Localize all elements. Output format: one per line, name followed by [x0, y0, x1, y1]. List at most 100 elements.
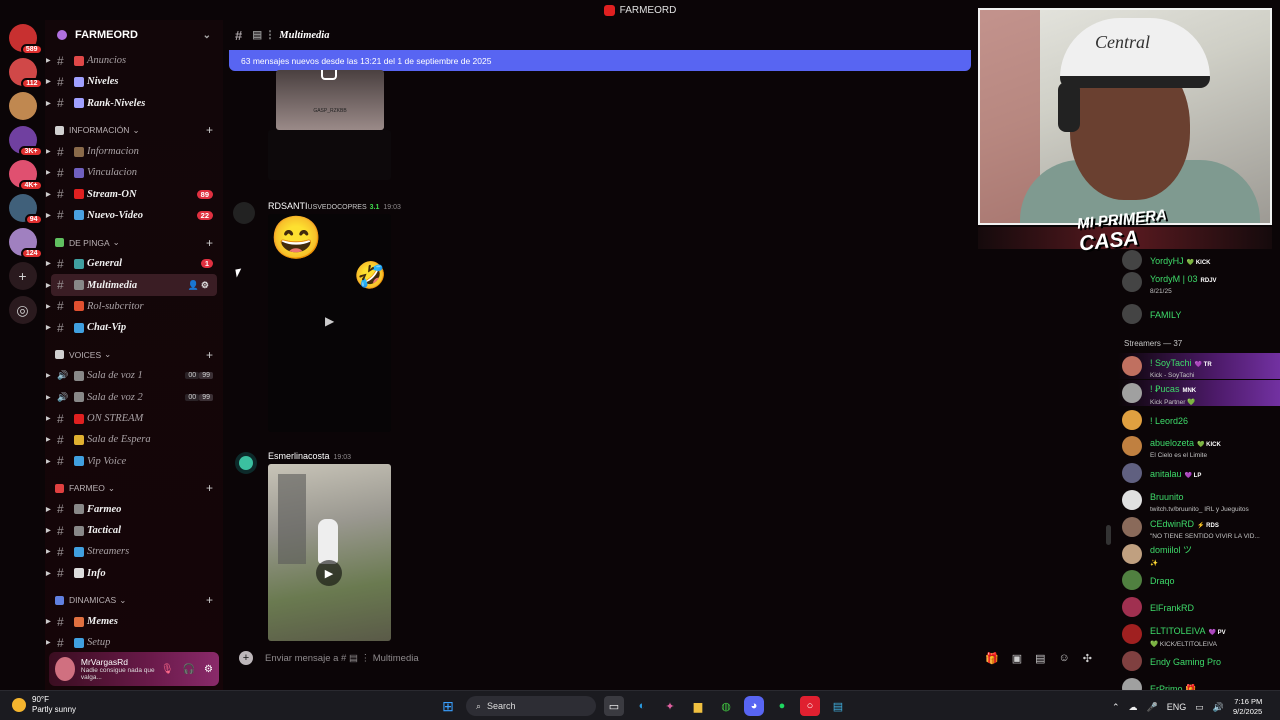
channel-item[interactable]: ▶ # Vinculacion — [45, 162, 223, 183]
expand-caret-icon[interactable]: ▶ — [46, 260, 51, 267]
notepad-icon[interactable]: ▤ — [828, 696, 848, 716]
avatar[interactable] — [1122, 382, 1142, 403]
channel-item[interactable]: ▶ 🔊 Sala de voz 2 00 99 — [45, 387, 223, 408]
member-item[interactable]: domiilol ツ ✨ — [1118, 541, 1280, 567]
add-channel-button[interactable]: + — [206, 236, 213, 250]
member-item[interactable]: ElFrankRD — [1118, 594, 1280, 620]
expand-caret-icon[interactable]: ▶ — [46, 436, 51, 443]
channel-item[interactable]: ▶ # Setup — [45, 632, 223, 653]
avatar[interactable] — [1122, 304, 1142, 324]
mic-muted-icon[interactable]: 🎙 — [161, 664, 174, 675]
channel-item[interactable]: ▶ # Nuevo-Video 22 — [45, 205, 223, 226]
channel-item[interactable]: ▶ 🔊 Sala de voz 1 00 99 — [45, 365, 223, 386]
channel-item[interactable]: ▶ # Multimedia 👤 ⚙ — [46, 274, 217, 296]
add-channel-button[interactable]: + — [206, 593, 213, 607]
avatar[interactable] — [1122, 436, 1142, 457]
task-view-icon[interactable]: ▭ — [604, 696, 624, 716]
guild-header[interactable]: FARMEORD ⌄ — [45, 20, 223, 50]
avatar[interactable] — [1122, 597, 1142, 618]
spotify-icon[interactable]: ● — [772, 696, 792, 716]
cloud-icon[interactable]: ☁ — [1129, 702, 1138, 713]
expand-caret-icon[interactable]: ▶ — [46, 639, 51, 646]
member-item[interactable]: CEdwinRD ⚡ RDS "NO TIENE SENTIDO VIVIR LA … — [1118, 514, 1280, 540]
expand-caret-icon[interactable]: ▶ — [46, 78, 51, 85]
category-header[interactable]: DE PINGA ⌄ + — [45, 232, 223, 253]
channel-item[interactable]: ▶ # Vip Voice — [45, 450, 223, 471]
discord-icon[interactable]: ◕ — [744, 696, 764, 716]
add-attachment-button[interactable]: + — [239, 651, 253, 665]
search-box[interactable]: ⌕ Search — [466, 696, 596, 716]
chevron-down-icon[interactable]: ⌄ — [203, 30, 211, 41]
add-server-button[interactable]: + — [8, 262, 37, 290]
avatar[interactable] — [1122, 624, 1142, 644]
channel-item[interactable]: ▶ # General 1 — [45, 253, 223, 274]
gift-icon[interactable]: 🎁 — [985, 652, 999, 665]
server-icon[interactable]: 3K+ — [8, 126, 43, 157]
expand-caret-icon[interactable]: ▶ — [46, 169, 51, 176]
channel-item[interactable]: ▶ # Chat-Vip — [45, 317, 223, 338]
expand-caret-icon[interactable]: ▶ — [46, 548, 51, 555]
server-icon[interactable]: 112 — [8, 58, 43, 89]
language-indicator[interactable]: ENG — [1167, 702, 1187, 712]
message-input[interactable]: Enviar mensaje a # ▤ ⋮ Multimedia — [265, 653, 419, 664]
gear-icon[interactable]: ⚙ — [204, 664, 213, 675]
channel-item[interactable]: ▶ # Rol-subcritor — [45, 296, 223, 317]
expand-caret-icon[interactable]: ▶ — [46, 458, 51, 465]
headphones-muted-icon[interactable]: 🎧 — [183, 664, 195, 675]
member-item[interactable]: abuelozeta 💚 KICK El Cielo es el Limite — [1118, 433, 1280, 459]
avatar[interactable] — [235, 452, 257, 474]
gif-icon[interactable]: ▣ — [1012, 652, 1022, 665]
channel-item[interactable]: ▶ # Tactical — [45, 520, 223, 541]
channel-item[interactable]: ▶ # Niveles — [45, 71, 223, 92]
weather-widget[interactable]: 90°F Partly sunny — [12, 695, 76, 715]
emoji-icon[interactable]: ☺ — [1059, 652, 1070, 665]
member-item[interactable]: ELTITOLEIVA 💜 PV 💚 KICK/ELTITOLEIVA — [1118, 621, 1280, 648]
server-icon[interactable]: 589 — [8, 24, 43, 55]
volume-icon[interactable]: 🔊 — [1213, 702, 1224, 713]
avatar[interactable] — [1122, 650, 1142, 671]
avatar[interactable] — [55, 657, 75, 681]
video-player[interactable]: 😄 🤣 ▶ — [268, 214, 391, 432]
folder-icon[interactable]: ▆ — [688, 696, 708, 716]
xbox-icon[interactable]: ◍ — [716, 696, 736, 716]
copilot-icon[interactable]: ✦ — [660, 696, 680, 716]
category-header[interactable]: DINAMICAS ⌄ + — [45, 590, 223, 611]
category-header[interactable]: VOICES ⌄ + — [45, 344, 223, 365]
expand-caret-icon[interactable]: ▶ — [46, 372, 51, 379]
avatar[interactable] — [1122, 516, 1142, 537]
add-channel-button[interactable]: + — [206, 348, 213, 362]
opera-icon[interactable]: ○ — [800, 696, 820, 716]
media-image[interactable]: GASP_RZKBB — [276, 70, 384, 130]
apps-icon[interactable]: ✣ — [1083, 652, 1092, 665]
avatar[interactable] — [1122, 490, 1142, 510]
expand-caret-icon[interactable]: ▶ — [46, 415, 51, 422]
message-author[interactable]: Esmerlinacosta — [268, 451, 330, 461]
member-item[interactable]: anitalau 💜 LP — [1118, 460, 1280, 486]
expand-caret-icon[interactable]: ▶ — [46, 282, 51, 289]
avatar[interactable] — [1122, 570, 1142, 591]
start-icon[interactable]: ⊞ — [438, 696, 458, 716]
member-item[interactable]: Endy Gaming Pro — [1118, 648, 1280, 674]
channel-item[interactable]: ▶ # Info — [45, 563, 223, 584]
member-item[interactable]: ! Ꝑucas MNK Kick Partner 💚 — [1118, 379, 1280, 406]
add-channel-button[interactable]: + — [206, 123, 213, 137]
channel-settings-icon[interactable]: 👤 ⚙ — [187, 280, 209, 291]
channel-item[interactable]: ▶ # Rank-Niveles — [45, 93, 223, 114]
server-icon[interactable]: 124 — [8, 228, 43, 259]
expand-caret-icon[interactable]: ▶ — [46, 324, 51, 331]
member-item[interactable]: ! Leord26 — [1118, 407, 1280, 433]
avatar[interactable] — [1122, 409, 1142, 430]
category-header[interactable]: INFORMACIÓN ⌄ + — [45, 120, 223, 141]
avatar[interactable] — [1122, 543, 1142, 564]
expand-caret-icon[interactable]: ▶ — [46, 100, 51, 107]
expand-caret-icon[interactable]: ▶ — [46, 191, 51, 198]
play-icon[interactable]: ▶ — [325, 314, 334, 328]
chevron-up-icon[interactable]: ⌃ — [1112, 702, 1120, 713]
sticker-icon[interactable]: ▤ — [1035, 652, 1045, 665]
channel-item[interactable]: ▶ # Stream-ON 89 — [45, 183, 223, 204]
avatar[interactable] — [1122, 250, 1142, 270]
play-icon[interactable]: ▶ — [316, 560, 342, 586]
member-item[interactable]: FAMILY — [1118, 301, 1280, 327]
new-messages-banner[interactable]: 63 mensajes nuevos desde las 13:21 del 1… — [229, 50, 971, 71]
expand-caret-icon[interactable]: ▶ — [46, 570, 51, 577]
